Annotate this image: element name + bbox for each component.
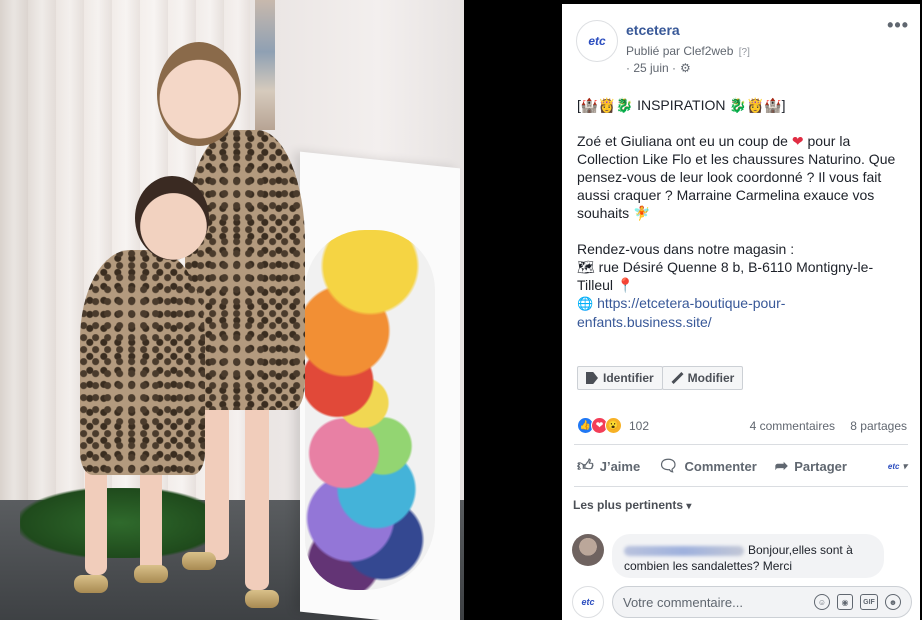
post-header: etc etcetera Publié par Clef2web [?] · 2… (576, 16, 911, 82)
comment-label: Commenter (684, 458, 757, 474)
sandal (182, 552, 216, 570)
more-options-button[interactable]: ••• (887, 16, 909, 34)
thumbs-up-icon: 👍︎ (577, 457, 594, 475)
post-tools: Identifier Modifier (577, 366, 744, 390)
shares-count-link[interactable]: 8 partages (850, 419, 907, 433)
like-label: J’aime (599, 458, 641, 474)
composer-avatar: etc (572, 586, 604, 618)
poster (255, 0, 275, 130)
comment-item: Bonjour,elles sont à combien les sandale… (572, 534, 912, 578)
comment-input[interactable]: Votre commentaire... ☺ ◉ GIF ☻ (612, 586, 912, 618)
leg (245, 400, 269, 590)
post-date[interactable]: · 25 juin · ⚙ (626, 61, 691, 75)
post-address-block: Rendez-vous dans notre magasin : 🗺 rue D… (577, 240, 907, 331)
divider (574, 486, 908, 487)
tag-label: Identifier (603, 371, 654, 385)
leg (205, 400, 229, 560)
action-bar: 👍︎ J’aime 🗨︎ Commenter ➦ Partager etc ▾ (577, 452, 907, 480)
comment-bubble: Bonjour,elles sont à combien les sandale… (612, 534, 884, 578)
gif-icon[interactable]: GIF (860, 594, 878, 610)
address-intro: Rendez-vous dans notre magasin : (577, 241, 795, 257)
chevron-down-icon: ▾ (686, 501, 692, 512)
commenter-name-blurred[interactable] (624, 545, 744, 556)
share-icon: ➦ (774, 458, 789, 475)
edit-label: Modifier (687, 371, 735, 385)
grass-mat (20, 488, 220, 558)
comment-icon: 🗨︎ (658, 458, 679, 475)
chevron-down-icon: ▾ (902, 460, 907, 471)
share-button[interactable]: ➦ Partager (775, 456, 847, 476)
sandal (245, 590, 279, 608)
leg (140, 465, 162, 575)
comment-composer: etc Votre commentaire... ☺ ◉ GIF ☻ (572, 586, 917, 618)
share-label: Partager (794, 458, 847, 474)
post-paragraph: Zoé et Giuliana ont eu un coup de ❤ pour… (577, 132, 907, 222)
reaction-count[interactable]: 102 (629, 419, 649, 433)
pencil-icon (671, 372, 683, 384)
avatar-text: etc (588, 34, 606, 48)
divider (574, 444, 908, 445)
globe-icon: 🌐 (577, 296, 594, 311)
edit-button[interactable]: Modifier (661, 366, 744, 390)
heart-icon: ❤ (791, 133, 804, 149)
mini-avatar-text: etc (887, 461, 900, 471)
reactions-bar: 👍 ❤ 😮 102 4 commentaires 8 partages (577, 416, 907, 436)
website-link[interactable]: https://etcetera-boutique-pour-enfants.b… (577, 295, 785, 330)
page-avatar[interactable]: etc (576, 20, 618, 62)
fairy-icon: 🧚 (633, 205, 651, 221)
website-line: 🌐 https://etcetera-boutique-pour-enfants… (577, 294, 907, 331)
small-girl-head (135, 176, 209, 260)
comment-placeholder: Votre commentaire... (623, 594, 743, 610)
post-date-text: · 25 juin · (626, 61, 677, 75)
sort-label: Les plus pertinents (573, 498, 684, 512)
composer-avatar-text: etc (581, 597, 595, 607)
sandal (134, 565, 168, 583)
sticker-icon[interactable]: ☻ (885, 594, 901, 610)
camera-icon[interactable]: ◉ (837, 594, 853, 610)
composer-tools: ☺ ◉ GIF ☻ (814, 594, 901, 610)
like-button[interactable]: 👍︎ J’aime (577, 457, 640, 476)
tall-girl-head (157, 42, 241, 146)
comments-count-link[interactable]: 4 commentaires (750, 419, 835, 433)
gear-icon[interactable]: ⚙ (680, 61, 691, 75)
comment-sort-dropdown[interactable]: Les plus pertinents ▾ (573, 498, 691, 512)
post-photo[interactable] (0, 0, 464, 620)
tag-icon (586, 372, 598, 384)
published-by-text: Publié par Clef2web (626, 44, 734, 58)
wow-reaction-icon: 😮 (605, 417, 622, 434)
commenter-avatar[interactable] (572, 534, 604, 566)
painted-palette (305, 230, 435, 590)
comment-button[interactable]: 🗨︎ Commenter (658, 456, 757, 476)
address-line: 🗺 rue Désiré Quenne 8 b, B-6110 Montigny… (577, 259, 874, 293)
leg (85, 465, 107, 575)
sandal (74, 575, 108, 593)
published-by: Publié par Clef2web [?] (626, 44, 750, 58)
small-girl-dress (80, 250, 205, 475)
post-title-line: [🏰👸🐉 INSPIRATION 🐉👸🏰] (577, 97, 786, 113)
help-link[interactable]: [?] (739, 47, 750, 58)
tag-button[interactable]: Identifier (577, 366, 663, 390)
post-text: [🏰👸🐉 INSPIRATION 🐉👸🏰] Zoé et Giuliana on… (577, 96, 907, 331)
post-as-selector[interactable]: etc ▾ (888, 461, 907, 472)
reaction-icons[interactable]: 👍 ❤ 😮 (577, 417, 622, 434)
page-name-link[interactable]: etcetera (626, 22, 680, 38)
paragraph-text: Zoé et Giuliana ont eu un coup de (577, 133, 792, 149)
emoji-icon[interactable]: ☺ (814, 594, 830, 610)
post-panel: etc etcetera Publié par Clef2web [?] · 2… (562, 4, 920, 620)
